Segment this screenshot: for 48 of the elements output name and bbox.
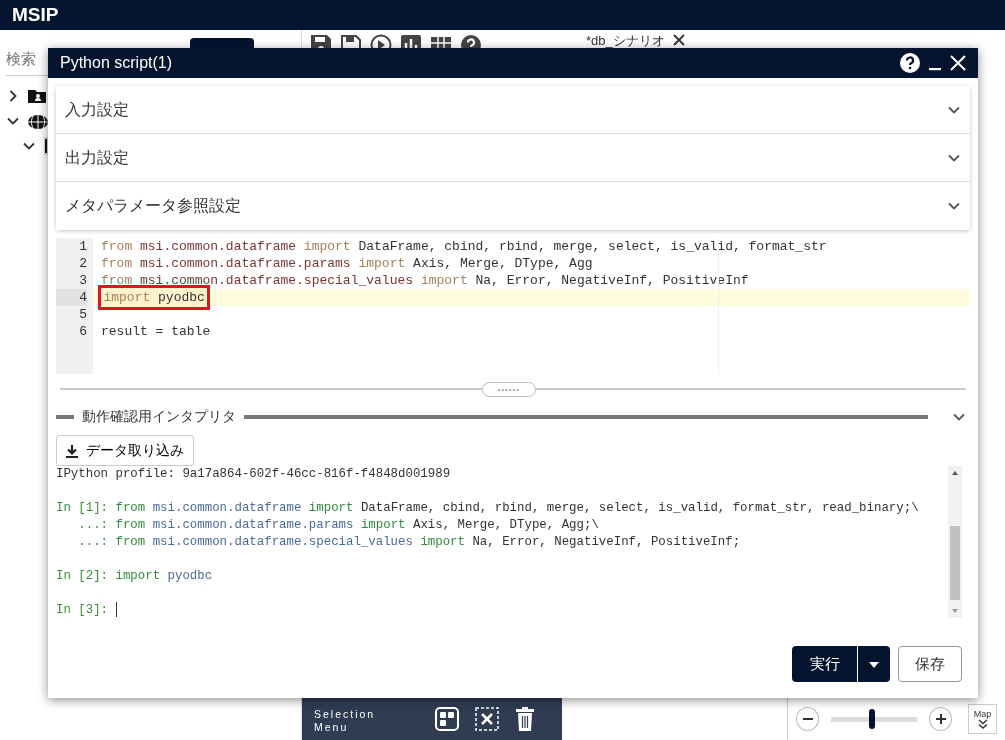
line-number: 4 <box>56 289 87 306</box>
line-number: 6 <box>78 323 87 340</box>
trash-icon[interactable] <box>515 707 535 731</box>
run-button[interactable]: 実行 <box>792 646 858 682</box>
code-line: from msi.common.dataframe import DataFrame, cbind, rbind, merge, select, is_valid, format_str <box>101 239 827 254</box>
grid-icon[interactable] <box>435 707 459 731</box>
console-line: IPython profile: 9a17a864-602f-46cc-816f-f4848d001989 <box>56 467 451 481</box>
line-number: 2 <box>78 255 87 272</box>
menu-label: Selection <box>314 708 377 721</box>
code-line: from msi.common.dataframe.special_values import Na, Error, NegativeInf, PositiveInf <box>101 273 749 288</box>
console-line: In [1]: from msi.common.dataframe import DataFrame, cbind, rbind, merge, select, is_valid, format_str, read_binary;\ <box>56 501 919 515</box>
accordion-header[interactable]: メタパラメータ参照設定 <box>56 182 970 230</box>
caret-icon <box>868 660 880 669</box>
console-line: ...: from msi.common.dataframe.special_values import Na, Error, NegativeInf, PositiveInf; <box>77 535 741 549</box>
dialog-title: Python script(1) <box>60 53 174 73</box>
double-chevron-icon <box>977 719 988 730</box>
tab[interactable]: *db_シナリオ <box>538 34 665 50</box>
line-number: 5 <box>78 306 87 323</box>
zoom-out-button[interactable] <box>796 707 820 731</box>
section-title: 動作確認用インタプリタ <box>81 407 237 426</box>
menu-label: Menu <box>314 721 350 734</box>
console-line: In [2]: import pyodbc <box>56 569 213 583</box>
slider-thumb[interactable] <box>868 709 875 729</box>
code-line: from msi.common.dataframe.params import Axis, Merge, DType, Agg <box>101 256 593 271</box>
dropdown-toggle[interactable] <box>857 646 890 682</box>
line-number: 3 <box>78 272 87 289</box>
console-line: In [3]: <box>56 603 110 617</box>
scrollbar[interactable] <box>948 466 962 618</box>
accordion-header[interactable]: 出力設定 <box>56 134 970 182</box>
zoom-in-button[interactable] <box>929 707 953 731</box>
save-button[interactable]: 保存 <box>898 646 962 682</box>
accordion-header[interactable]: 入力設定 <box>56 86 970 134</box>
line-number: 1 <box>78 238 87 255</box>
console-line: ...: from msi.common.dataframe.params import Axis, Merge, DType, Agg;\ <box>77 518 599 532</box>
grip-icon <box>498 388 520 391</box>
folder-icon <box>28 89 46 103</box>
download-icon <box>66 443 78 458</box>
deselect-icon[interactable] <box>475 707 499 731</box>
plus-icon <box>934 713 947 725</box>
resize-handle[interactable] <box>482 382 536 397</box>
console[interactable] <box>56 466 962 618</box>
code-line: result = table <box>101 324 211 339</box>
close-icon[interactable] <box>672 34 685 46</box>
help-icon[interactable] <box>900 53 920 73</box>
import-data-button[interactable]: データ取り込み <box>56 435 194 466</box>
code-editor[interactable] <box>56 238 970 374</box>
app-title: MSIP <box>0 0 1005 30</box>
map-toggle-button[interactable]: Map <box>968 704 997 734</box>
